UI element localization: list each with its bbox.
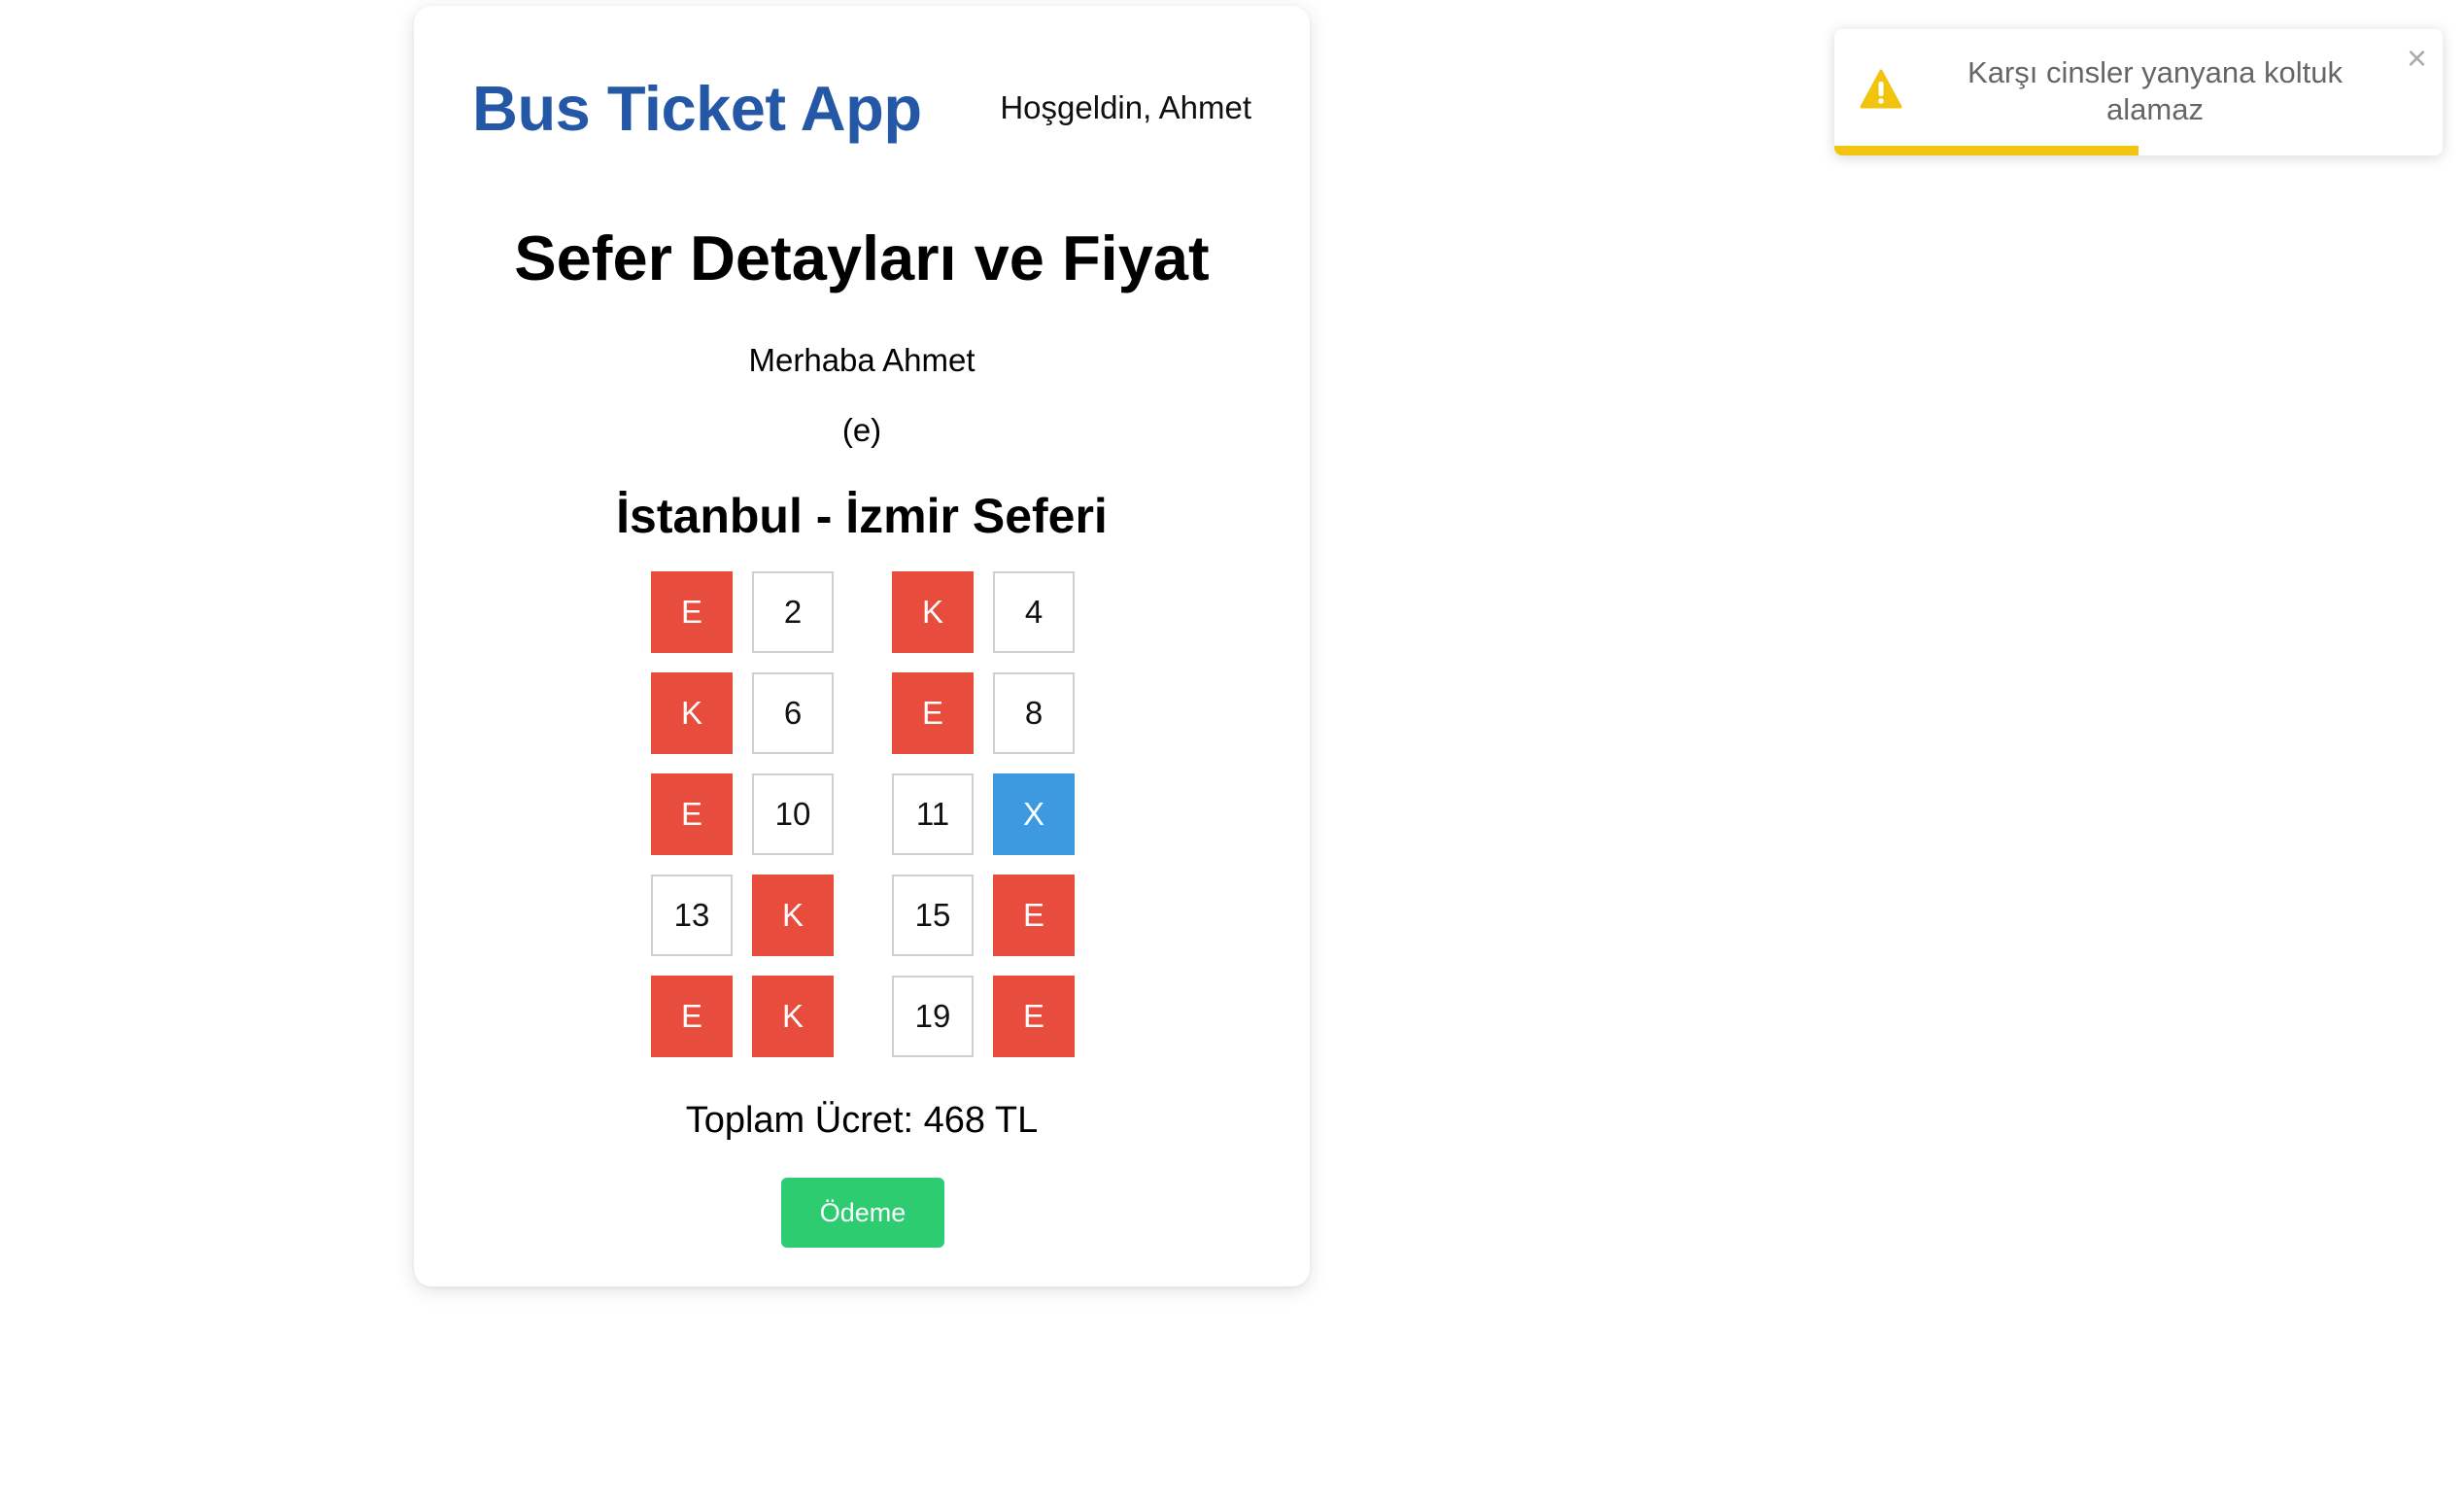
toast-progress-bar — [1834, 146, 2139, 155]
seat-button[interactable]: X — [993, 773, 1075, 855]
seat-button[interactable]: K — [752, 875, 834, 956]
greeting-text: Merhaba Ahmet — [748, 342, 975, 378]
seat-grid: E 2 K 4 K 6 E 8 E 10 11 X 13 K 15 E E K 19 E — [651, 571, 1078, 1057]
ticket-card: Bus Ticket App Hoşgeldin, Ahmet Sefer De… — [414, 6, 1310, 1287]
seat-button[interactable]: 10 — [752, 773, 834, 855]
seat-button[interactable]: 19 — [892, 976, 974, 1057]
route-title: İstanbul - İzmir Seferi — [616, 489, 1108, 543]
seat-button[interactable]: K — [892, 571, 974, 653]
seat-button[interactable]: E — [993, 976, 1075, 1057]
close-icon[interactable]: × — [2407, 39, 2427, 78]
seat-button[interactable]: 4 — [993, 571, 1075, 653]
seat-button[interactable]: E — [651, 571, 733, 653]
header: Bus Ticket App Hoşgeldin, Ahmet — [472, 64, 1251, 152]
seat-button[interactable]: K — [651, 672, 733, 754]
seat-button[interactable]: 6 — [752, 672, 834, 754]
warning-toast: Karşı cinsler yanyana koltuk alamaz × — [1834, 29, 2443, 155]
seat-button[interactable]: E — [993, 875, 1075, 956]
seat-button[interactable]: K — [752, 976, 834, 1057]
seat-button[interactable]: E — [651, 773, 733, 855]
seat-button[interactable]: 11 — [892, 773, 974, 855]
toast-message: Karşı cinsler yanyana koltuk alamaz — [1968, 55, 2343, 126]
seat-button[interactable]: 2 — [752, 571, 834, 653]
total-price: Toplam Ücret: 468 TL — [685, 1100, 1039, 1141]
warning-icon — [1860, 68, 1902, 111]
page-title: Sefer Detayları ve Fiyat — [514, 223, 1210, 293]
seat-button[interactable]: 15 — [892, 875, 974, 956]
welcome-text: Hoşgeldin, Ahmet — [1000, 89, 1251, 125]
app-title[interactable]: Bus Ticket App — [472, 72, 922, 145]
seat-button[interactable]: 8 — [993, 672, 1075, 754]
seat-button[interactable]: E — [651, 976, 733, 1057]
seat-button[interactable]: E — [892, 672, 974, 754]
greeting-suffix: (e) — [841, 412, 882, 448]
pay-button[interactable]: Ödeme — [781, 1178, 944, 1248]
seat-button[interactable]: 13 — [651, 875, 733, 956]
